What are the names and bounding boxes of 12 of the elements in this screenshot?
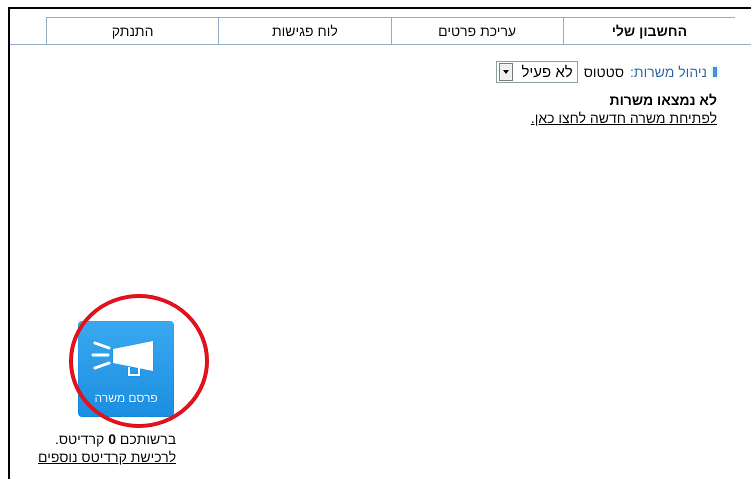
buy-credits-link[interactable]: לרכישת קרדיטס נוספים xyxy=(38,449,176,465)
empty-title: לא נמצאו משרות xyxy=(610,92,717,108)
new-job-link[interactable]: לפתיחת משרה חדשה לחצו כאן. xyxy=(530,110,717,126)
tab[interactable]: לוח פגישות xyxy=(218,17,390,44)
bullet-icon xyxy=(713,67,717,77)
section-label: ניהול משרות: xyxy=(630,64,707,80)
status-dropdown[interactable]: לא פעיל xyxy=(496,61,578,83)
status-label: סטטוס xyxy=(584,64,624,80)
tab[interactable]: התנתק xyxy=(46,17,218,44)
tab[interactable]: החשבון שלי xyxy=(562,17,735,44)
caret-icon xyxy=(499,63,514,81)
tab[interactable]: עריכת פרטים xyxy=(390,17,563,44)
